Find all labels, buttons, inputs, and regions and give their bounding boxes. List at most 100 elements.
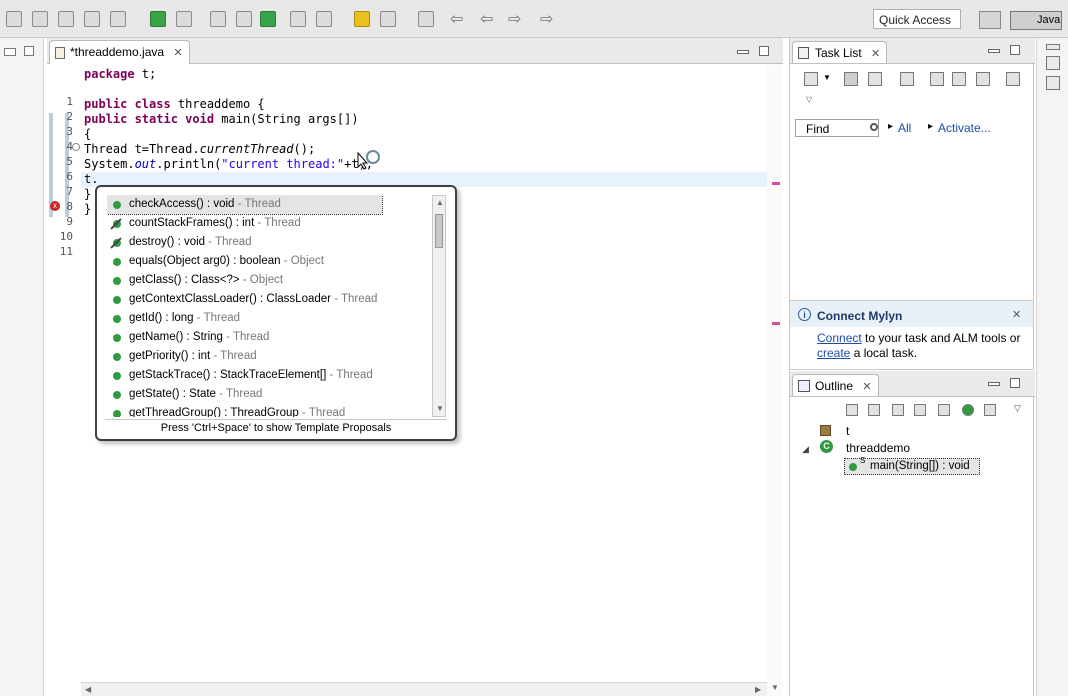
minimize-icon[interactable] bbox=[988, 382, 1000, 386]
scrollbar-thumb[interactable] bbox=[435, 214, 443, 248]
restore-icon[interactable] bbox=[1046, 44, 1060, 50]
sort-icon[interactable] bbox=[892, 404, 904, 416]
close-icon[interactable]: ✕ bbox=[1012, 308, 1021, 321]
tab-task-list[interactable]: Task List ✕ bbox=[792, 41, 888, 63]
connect-link[interactable]: Connect bbox=[817, 331, 862, 345]
new-icon[interactable] bbox=[6, 11, 22, 27]
debug-icon[interactable] bbox=[110, 11, 126, 27]
close-icon[interactable]: ✕ bbox=[871, 48, 880, 60]
proposal-item[interactable]: getStackTrace() : StackTraceElement[] - … bbox=[107, 366, 433, 385]
proposal-item[interactable]: equals(Object arg0) : boolean - Object bbox=[107, 252, 433, 271]
package-explorer-icon[interactable] bbox=[1046, 56, 1060, 70]
hide-fields-icon[interactable] bbox=[914, 404, 926, 416]
proposal-item[interactable]: getThreadGroup() : ThreadGroup - Thread bbox=[107, 404, 433, 417]
activate-link[interactable]: Activate... bbox=[938, 121, 991, 135]
back-arrow-icon[interactable]: ⇦ bbox=[450, 9, 463, 28]
code-line[interactable]: } bbox=[84, 187, 91, 201]
close-icon[interactable]: ✕ bbox=[862, 381, 871, 393]
expand-icon[interactable]: ◢ bbox=[802, 444, 809, 455]
view-menu-icon[interactable]: ▽ bbox=[1014, 403, 1021, 414]
code-line[interactable]: public static void main(String args[]) bbox=[84, 112, 359, 126]
hierarchy-icon[interactable] bbox=[846, 404, 858, 416]
outline-class-node[interactable]: C threaddemo bbox=[820, 440, 970, 456]
hide-nonpublic-icon[interactable] bbox=[962, 404, 974, 416]
open-perspective-icon[interactable] bbox=[979, 11, 1001, 29]
problems-icon[interactable] bbox=[1046, 76, 1060, 90]
toggle-whitespace-icon[interactable] bbox=[84, 11, 100, 27]
tab-outline[interactable]: Outline ✕ bbox=[792, 374, 879, 396]
open-type-icon[interactable] bbox=[290, 11, 306, 27]
collapse-all-icon[interactable] bbox=[976, 72, 990, 86]
scheduled-icon[interactable] bbox=[868, 72, 882, 86]
error-marker[interactable] bbox=[772, 182, 780, 185]
new-package-icon[interactable] bbox=[236, 11, 252, 27]
scroll-down-icon[interactable]: ▼ bbox=[771, 683, 779, 692]
run-icon[interactable] bbox=[150, 11, 166, 27]
new-class-icon[interactable] bbox=[260, 11, 276, 27]
previous-annotation-icon[interactable] bbox=[418, 11, 434, 27]
quick-access-field[interactable]: Quick Access bbox=[873, 9, 961, 29]
code-line[interactable]: { bbox=[84, 127, 91, 141]
proposal-item[interactable]: getClass() : Class<?> - Object bbox=[107, 271, 433, 290]
search-icon[interactable] bbox=[316, 11, 332, 27]
categorized-icon[interactable] bbox=[844, 72, 858, 86]
new-task-icon[interactable] bbox=[804, 72, 818, 86]
forward-arrow-icon[interactable]: ⇨ bbox=[508, 9, 521, 28]
minimize-icon[interactable] bbox=[988, 49, 1000, 53]
outline-method-node[interactable]: S main(String[]) : void bbox=[844, 456, 980, 475]
collapse-all-icon[interactable] bbox=[868, 404, 880, 416]
java-perspective-button[interactable]: Java bbox=[1010, 11, 1062, 30]
proposal-item[interactable]: getPriority() : int - Thread bbox=[107, 347, 433, 366]
scroll-down-icon[interactable]: ▼ bbox=[436, 404, 444, 413]
search-icon[interactable] bbox=[870, 123, 878, 131]
save-icon[interactable] bbox=[32, 11, 48, 27]
proposal-item[interactable]: getState() : State - Thread bbox=[107, 385, 433, 404]
next-annotation-icon[interactable] bbox=[380, 11, 396, 27]
maximize-icon[interactable] bbox=[24, 46, 34, 56]
scroll-up-icon[interactable]: ▲ bbox=[436, 198, 444, 207]
code-line[interactable]: System.out.println("current thread:"+t); bbox=[84, 157, 373, 171]
proposal-item[interactable]: destroy() : void - Thread bbox=[107, 233, 433, 252]
view-menu-icon[interactable]: ▽ bbox=[806, 95, 812, 104]
horizontal-scrollbar[interactable]: ◀ ▶ bbox=[81, 682, 767, 696]
link-with-editor-icon[interactable] bbox=[1006, 72, 1020, 86]
proposal-item[interactable]: countStackFrames() : int - Thread bbox=[107, 214, 433, 233]
minimize-icon[interactable] bbox=[737, 50, 749, 54]
pencil-icon[interactable] bbox=[354, 11, 370, 27]
find-field[interactable]: Find bbox=[795, 119, 879, 137]
maximize-icon[interactable] bbox=[1010, 378, 1020, 388]
print-icon[interactable] bbox=[58, 11, 74, 27]
new-java-project-icon[interactable] bbox=[210, 11, 226, 27]
external-tools-icon[interactable] bbox=[176, 11, 192, 27]
proposal-item[interactable]: getName() : String - Thread bbox=[107, 328, 433, 347]
dropdown-icon[interactable]: ▼ bbox=[823, 73, 831, 82]
code-line[interactable]: t. bbox=[84, 172, 98, 186]
all-link[interactable]: All bbox=[898, 121, 911, 135]
close-icon[interactable]: ✕ bbox=[173, 47, 182, 59]
code-line[interactable]: package t; bbox=[84, 67, 156, 81]
scroll-left-icon[interactable]: ◀ bbox=[85, 685, 91, 694]
maximize-icon[interactable] bbox=[759, 46, 769, 56]
tab-threaddemo-java[interactable]: *threaddemo.java ✕ bbox=[49, 40, 190, 64]
synchronize-icon[interactable] bbox=[900, 72, 914, 86]
error-marker[interactable] bbox=[772, 322, 780, 325]
focus-workweek-icon[interactable] bbox=[930, 72, 944, 86]
forward-menu-icon[interactable]: ⇨ bbox=[540, 9, 553, 28]
scroll-right-icon[interactable]: ▶ bbox=[755, 685, 761, 694]
proposal-item[interactable]: getContextClassLoader() : ClassLoader - … bbox=[107, 290, 433, 309]
code-line[interactable]: } bbox=[84, 202, 91, 216]
proposal-scrollbar[interactable]: ▲ ▼ bbox=[432, 195, 446, 417]
hide-completed-icon[interactable] bbox=[952, 72, 966, 86]
maximize-icon[interactable] bbox=[1010, 45, 1020, 55]
hide-static-icon[interactable] bbox=[938, 404, 950, 416]
minimize-icon[interactable] bbox=[4, 48, 16, 56]
overview-ruler[interactable]: ▼ bbox=[767, 65, 783, 696]
code-line[interactable]: public class threaddemo { bbox=[84, 97, 265, 111]
code-line[interactable]: Thread t=Thread.currentThread(); bbox=[84, 142, 315, 156]
proposal-item[interactable]: checkAccess() : void - Thread bbox=[107, 195, 383, 215]
back-menu-icon[interactable]: ⇦ bbox=[480, 9, 493, 28]
proposal-item[interactable]: getId() : long - Thread bbox=[107, 309, 433, 328]
fold-icon[interactable] bbox=[72, 143, 80, 151]
create-link[interactable]: create bbox=[817, 346, 850, 360]
hide-local-types-icon[interactable] bbox=[984, 404, 996, 416]
